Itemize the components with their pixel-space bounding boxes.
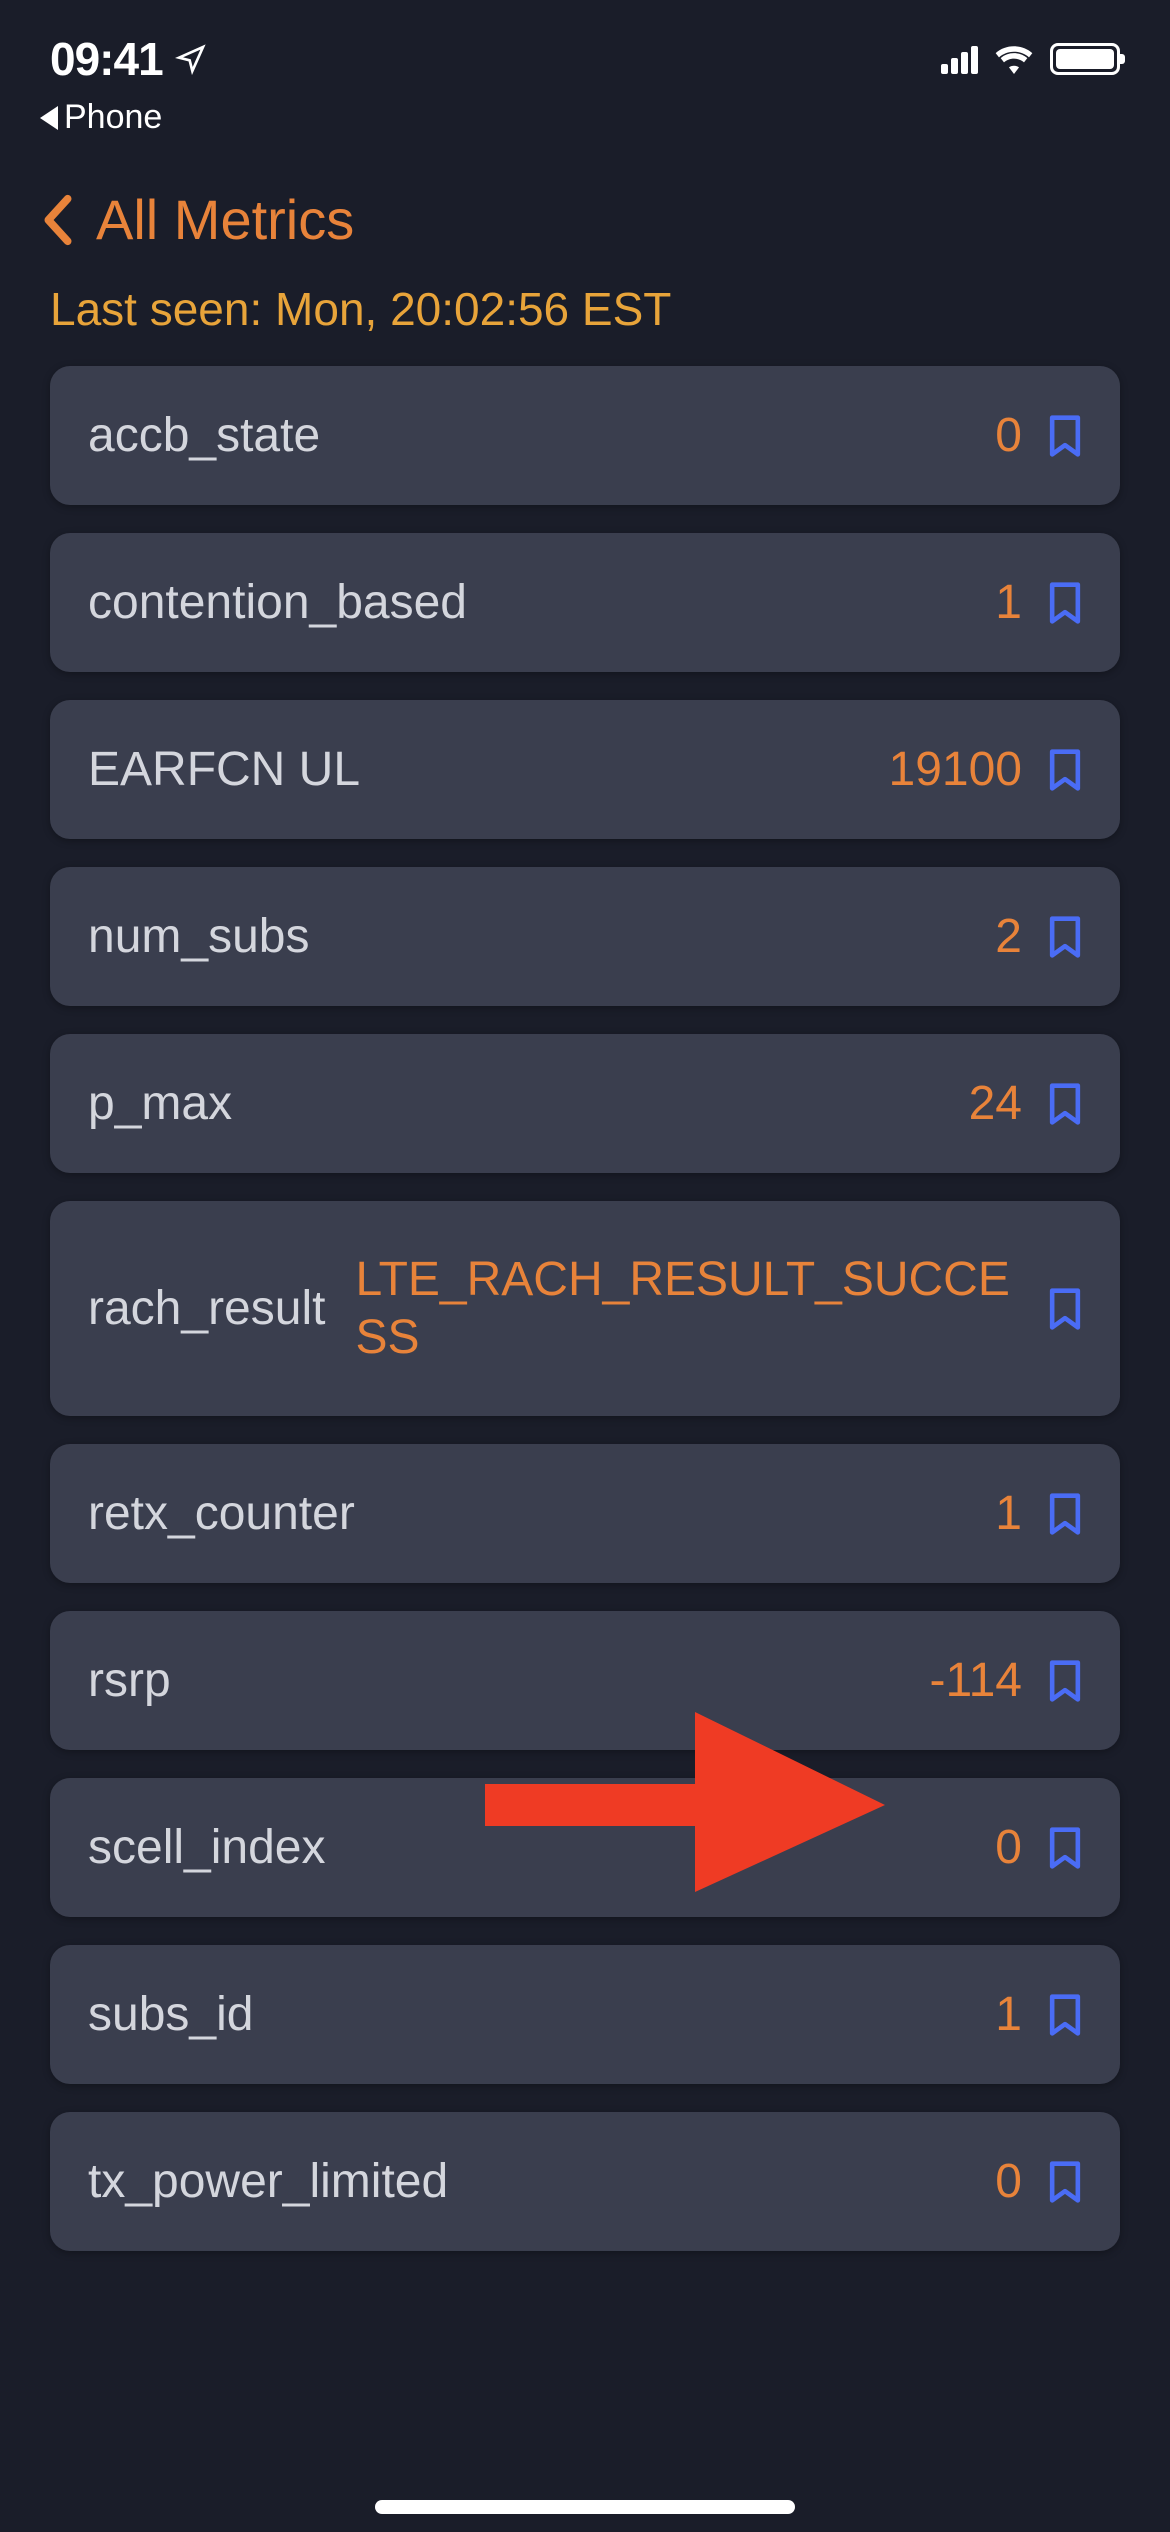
metric-row[interactable]: EARFCN UL 19100 <box>50 700 1120 839</box>
metric-value: 0 <box>995 2154 1022 2209</box>
metric-name: tx_power_limited <box>88 2154 448 2209</box>
metric-name: EARFCN UL <box>88 742 360 797</box>
metric-name: retx_counter <box>88 1486 355 1541</box>
bookmark-icon[interactable] <box>1048 748 1082 792</box>
bookmark-icon[interactable] <box>1048 1659 1082 1703</box>
metric-row[interactable]: contention_based 1 <box>50 533 1120 672</box>
metric-value: 0 <box>995 408 1022 463</box>
bookmark-icon[interactable] <box>1048 1826 1082 1870</box>
cellular-signal-icon <box>941 44 978 74</box>
metric-name: num_subs <box>88 909 309 964</box>
metric-row[interactable]: accb_state 0 <box>50 366 1120 505</box>
bookmark-icon[interactable] <box>1048 414 1082 458</box>
metric-name: scell_index <box>88 1820 325 1875</box>
metric-value: 2 <box>995 909 1022 964</box>
metric-value-wrap: 0 <box>350 408 1082 463</box>
metric-value-wrap: 1 <box>283 1987 1082 2042</box>
status-bar: 09:41 <box>0 0 1170 90</box>
metric-value-wrap: 1 <box>385 1486 1082 1541</box>
metric-value: LTE_RACH_RESULT_SUCCESS <box>355 1251 1022 1366</box>
metric-value-wrap: LTE_RACH_RESULT_SUCCESS <box>355 1251 1082 1366</box>
metric-row[interactable]: num_subs 2 <box>50 867 1120 1006</box>
metric-name: rsrp <box>88 1653 171 1708</box>
home-indicator[interactable] <box>375 2500 795 2514</box>
status-time: 09:41 <box>50 32 163 86</box>
bookmark-icon[interactable] <box>1048 2160 1082 2204</box>
bookmark-icon[interactable] <box>1048 1082 1082 1126</box>
metric-value: -114 <box>929 1653 1022 1708</box>
metric-row[interactable]: tx_power_limited 0 <box>50 2112 1120 2251</box>
bookmark-icon[interactable] <box>1048 1492 1082 1536</box>
back-to-app-label: Phone <box>64 98 162 137</box>
metric-row[interactable]: scell_index 0 <box>50 1778 1120 1917</box>
back-triangle-icon <box>40 106 58 130</box>
metric-value: 24 <box>969 1076 1022 1131</box>
metric-value: 0 <box>995 1820 1022 1875</box>
nav-back-button[interactable]: All Metrics <box>0 137 1170 272</box>
metrics-list: accb_state 0 contention_based 1 EARFCN U… <box>0 366 1170 2251</box>
nav-title: All Metrics <box>96 187 354 252</box>
metric-value: 1 <box>995 1987 1022 2042</box>
metric-value: 1 <box>995 1486 1022 1541</box>
metric-row[interactable]: retx_counter 1 <box>50 1444 1120 1583</box>
bookmark-icon[interactable] <box>1048 1993 1082 2037</box>
metric-value-wrap: -114 <box>201 1653 1082 1708</box>
metric-row[interactable]: subs_id 1 <box>50 1945 1120 2084</box>
metric-value-wrap: 24 <box>262 1076 1082 1131</box>
metric-name: accb_state <box>88 408 320 463</box>
metric-row[interactable]: rsrp -114 <box>50 1611 1120 1750</box>
metric-row[interactable]: rach_result LTE_RACH_RESULT_SUCCESS <box>50 1201 1120 1416</box>
bookmark-icon[interactable] <box>1048 1287 1082 1331</box>
metric-name: p_max <box>88 1076 232 1131</box>
metric-row[interactable]: p_max 24 <box>50 1034 1120 1173</box>
metric-value-wrap: 19100 <box>390 742 1082 797</box>
wifi-icon <box>994 44 1034 74</box>
metric-value-wrap: 0 <box>478 2154 1082 2209</box>
metric-value-wrap: 0 <box>355 1820 1082 1875</box>
bookmark-icon[interactable] <box>1048 581 1082 625</box>
chevron-back-icon <box>40 193 76 247</box>
metric-value: 1 <box>995 575 1022 630</box>
status-left: 09:41 <box>50 32 207 86</box>
metric-name: subs_id <box>88 1987 253 2042</box>
back-to-app-button[interactable]: Phone <box>0 90 1170 137</box>
status-right <box>941 43 1120 75</box>
location-icon <box>175 43 207 75</box>
bookmark-icon[interactable] <box>1048 915 1082 959</box>
metric-name: contention_based <box>88 575 467 630</box>
metric-value-wrap: 1 <box>497 575 1082 630</box>
metric-value: 19100 <box>889 742 1022 797</box>
metric-name: rach_result <box>88 1281 325 1336</box>
metric-value-wrap: 2 <box>339 909 1082 964</box>
battery-icon <box>1050 43 1120 75</box>
last-seen-timestamp: Last seen: Mon, 20:02:56 EST <box>0 272 1170 366</box>
